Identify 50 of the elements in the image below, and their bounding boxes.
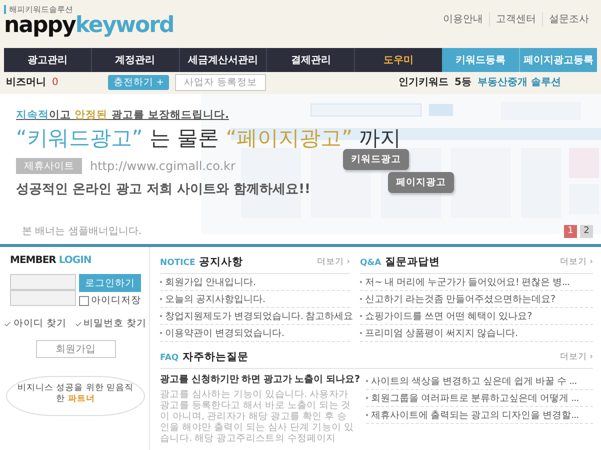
top-link[interactable]: 이용안내	[437, 12, 489, 26]
board-item-link[interactable]: 쇼핑가이드를 쓰면 어떤 혜택이 있나요?	[365, 310, 532, 322]
logo[interactable]: nappykeyword	[4, 14, 174, 38]
board-item-link[interactable]: 이용약관이 변경되었습니다.	[165, 326, 284, 340]
id-input[interactable]	[10, 274, 76, 290]
remember-label: 아이디저장	[91, 294, 141, 307]
check-icon	[4, 320, 12, 326]
callout-bubble: 페이지광고	[388, 172, 454, 193]
more-link[interactable]: 더보기 ›	[560, 351, 593, 363]
banner-page-button[interactable]: 2	[580, 224, 593, 238]
nav-tab[interactable]: 세금계산서관리	[178, 48, 266, 72]
bizmoney-value: 0	[52, 76, 58, 88]
banner-headline: “키워드광고” 는 물론 “페이지광고” 까지	[16, 125, 402, 152]
board-item-link[interactable]: 프리미엄 상품평이 써지지 않습니다.	[365, 326, 518, 340]
check-icon	[74, 320, 82, 326]
board-item-link[interactable]: 오늘의 공지사항입니다.	[165, 292, 266, 306]
board-item-link[interactable]: 회원가입 안내입니다.	[165, 276, 256, 288]
password-input[interactable]	[10, 290, 76, 306]
banner-note: 본 배너는 샘플배너입니다.	[22, 225, 142, 238]
join-button[interactable]: 회원가입	[36, 340, 116, 358]
login-title: MEMBER LOGIN	[10, 255, 92, 266]
board-title: FAQ 자주하는질문	[160, 350, 248, 364]
board-item-link[interactable]: 창업지원제도가 변경되었습니다. 참고하세요	[165, 310, 354, 322]
site-url: http://www.cgimall.co.kr	[90, 159, 236, 173]
board-item-link[interactable]: 저~ 내 머리에 누군가가 들어있어요! 편찮은 병...	[365, 276, 570, 288]
top-link[interactable]: 설문조사	[542, 12, 595, 26]
banner-slogan: 성공적인 온라인 광고 저희 사이트와 함께하세요!!	[16, 181, 310, 198]
promo-text: 비지니스 성공을 위한 믿음직한 파트너	[17, 383, 134, 404]
find-link[interactable]: 비밀번호 찾기	[84, 317, 147, 330]
nav-tab[interactable]: 결제관리	[266, 48, 354, 72]
top-link[interactable]: 고객센터	[489, 12, 542, 26]
popular-rank: 5등	[454, 76, 472, 89]
remember-checkbox[interactable]	[79, 296, 89, 306]
more-link[interactable]: 더보기 ›	[316, 256, 350, 268]
callout-bubble: 키워드광고	[343, 149, 409, 170]
nav-tab[interactable]: 광고관리	[4, 48, 91, 72]
partner-badge: 제휴사이트	[16, 158, 82, 174]
find-link[interactable]: 아이디 찾기	[13, 317, 66, 330]
board-item-link[interactable]: 신고하기 라는것좀 만들어주셨으면하는데요?	[365, 292, 556, 306]
logo-tagline: 해피키워드솔루션	[4, 5, 73, 14]
faq-item-link[interactable]: 회원그룹을 여러파트로 분류하고싶은데 어떻게 ...	[371, 392, 579, 404]
board-title: Q&A 질문과답변	[360, 255, 440, 269]
nav-tab[interactable]: 계정관리	[90, 48, 179, 72]
popular-keyword-label: 인기키워드	[398, 76, 449, 89]
board-title: NOTICE 공지사항	[160, 255, 244, 269]
bizmoney-label: 비즈머니	[6, 76, 46, 89]
faq-item-link[interactable]: 사이트의 색상을 변경하고 싶은데 쉽게 바꿀 수 ...	[371, 374, 577, 388]
faq-item-link[interactable]: 제휴사이트에 출력되는 광고의 디자인을 변경할...	[371, 408, 579, 422]
faq-answer: 광고를 심사하는 기능이 있습니다. 사용자가 광고를 등록한다고 해서 바로 노출이 되는 것이 아니며, 관리자가 해당 광고를 확인 후 승인을 해야만 출력이 되는 심사 단계 기능이 있습니다. 해당 광고주리스트의 수정페이지	[160, 389, 355, 444]
more-link[interactable]: 더보기 ›	[560, 256, 593, 268]
